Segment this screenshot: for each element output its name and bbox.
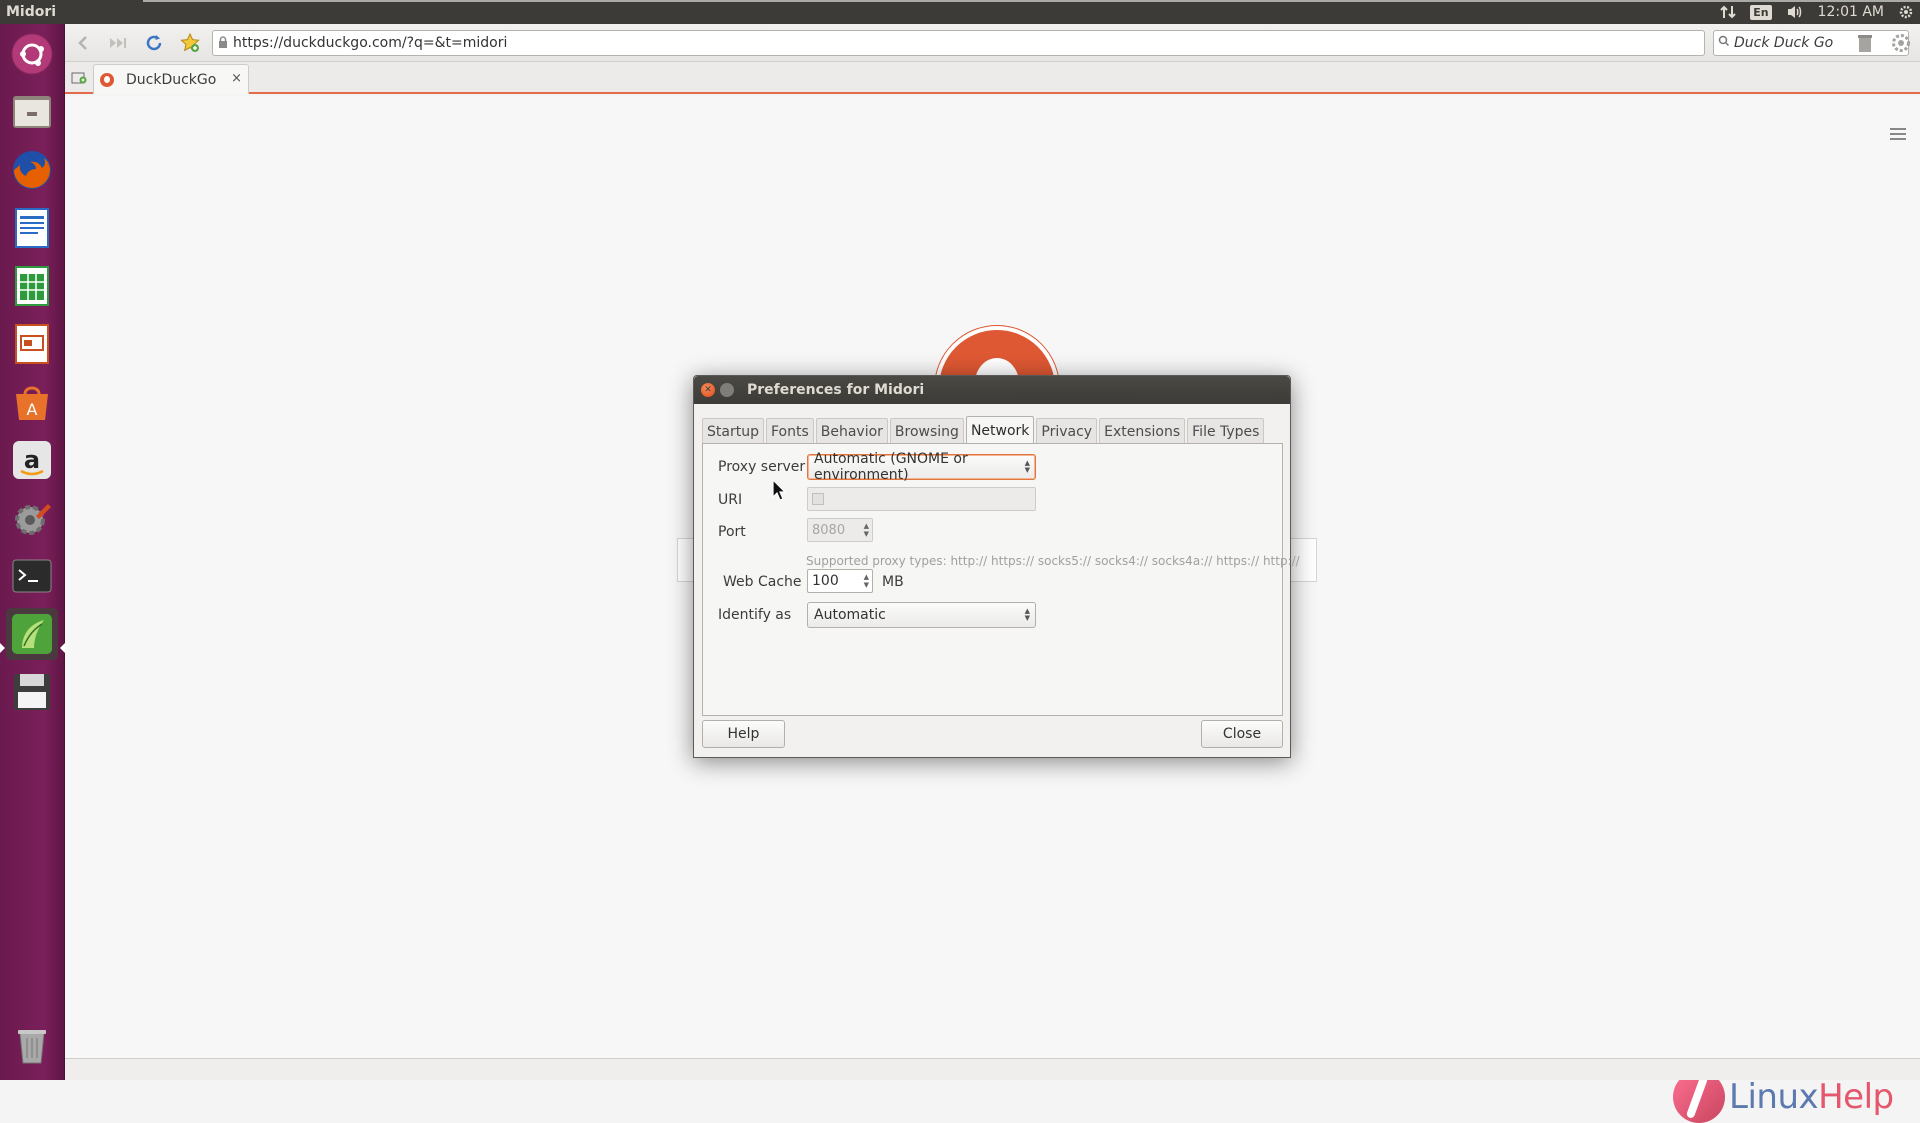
top-panel: Midori En 12:01 AM — [0, 0, 1920, 24]
tab-title: DuckDuckGo — [126, 71, 217, 88]
identify-as-select[interactable]: Automatic ▲ ▼ — [807, 602, 1036, 628]
url-field[interactable]: https://duckduckgo.com/?q=&t=midori — [212, 30, 1705, 56]
watermark-linux: Linux — [1729, 1077, 1819, 1117]
close-button[interactable]: Close — [1201, 720, 1283, 748]
terminal-icon[interactable] — [6, 550, 58, 602]
web-cache-label: Web Cache — [723, 574, 802, 590]
tab-bar: DuckDuckGo × — [65, 62, 1920, 94]
preferences-dialog: ✕ Preferences for Midori Startup Fonts B… — [693, 375, 1300, 758]
ubuntu-dash-icon[interactable] — [6, 28, 58, 80]
reload-icon[interactable] — [141, 30, 167, 56]
port-field[interactable]: 8080 ▲ ▼ — [807, 518, 873, 542]
network-transfer-icon[interactable] — [1720, 4, 1736, 20]
keyboard-layout-indicator[interactable]: En — [1750, 4, 1772, 20]
files-icon[interactable] — [6, 86, 58, 138]
mouse-cursor-icon — [772, 478, 787, 505]
libreoffice-writer-icon[interactable] — [6, 202, 58, 254]
web-cache-unit: MB — [882, 574, 904, 590]
port-spin-arrows-icon[interactable]: ▲ ▼ — [864, 522, 869, 538]
uri-label: URI — [718, 492, 743, 508]
search-field[interactable]: Duck Duck Go — [1713, 30, 1909, 56]
status-bar — [65, 1058, 1920, 1080]
save-device-icon[interactable] — [6, 666, 58, 718]
tab-duckduckgo[interactable]: DuckDuckGo × — [93, 64, 249, 94]
tab-browsing[interactable]: Browsing — [889, 418, 964, 444]
trash-icon[interactable] — [6, 1019, 58, 1071]
window-minimize-icon[interactable] — [720, 383, 734, 397]
system-settings-icon[interactable] — [6, 492, 58, 544]
midori-icon[interactable] — [6, 608, 58, 660]
tab-behavior[interactable]: Behavior — [815, 418, 888, 444]
amazon-icon[interactable]: a — [6, 434, 58, 486]
proxy-server-value: Automatic (GNOME or environment) — [814, 451, 968, 483]
identify-as-value: Automatic — [814, 607, 886, 623]
panel-progress-strip — [143, 0, 1920, 2]
uri-field[interactable] — [807, 487, 1036, 511]
hamburger-menu-icon[interactable] — [1890, 128, 1906, 140]
libreoffice-impress-icon[interactable] — [6, 318, 58, 370]
trash-closed-tabs-icon[interactable] — [1852, 30, 1878, 56]
preferences-tabs: Startup Fonts Behavior Browsing Network … — [702, 416, 1266, 444]
help-button[interactable]: Help — [702, 720, 785, 748]
watermark-help: Help — [1818, 1077, 1894, 1117]
search-icon — [1714, 35, 1734, 51]
port-label: Port — [718, 524, 746, 540]
tab-fonts[interactable]: Fonts — [765, 418, 814, 444]
browser-toolbar: https://duckduckgo.com/?q=&t=midori Duck… — [65, 24, 1920, 62]
dialog-title: Preferences for Midori — [747, 382, 925, 398]
dialog-titlebar: ✕ Preferences for Midori — [694, 376, 1290, 404]
uri-clear-icon — [812, 493, 824, 505]
window-close-icon[interactable]: ✕ — [701, 383, 715, 397]
gear-icon[interactable] — [1898, 4, 1914, 20]
panel-clock[interactable]: 12:01 AM — [1818, 4, 1884, 20]
port-value: 8080 — [812, 522, 846, 538]
tab-privacy[interactable]: Privacy — [1036, 418, 1098, 444]
web-cache-spinner[interactable]: 100 ▲ ▼ — [807, 569, 873, 593]
web-cache-spin-arrows-icon[interactable]: ▲ ▼ — [864, 573, 869, 589]
tab-network[interactable]: Network — [965, 416, 1035, 444]
new-tab-icon[interactable] — [71, 70, 87, 84]
lock-icon — [213, 35, 233, 51]
select-arrows-icon: ▲ ▼ — [1024, 607, 1030, 622]
web-cache-value: 100 — [812, 573, 839, 589]
network-tab-panel: Proxy server Automatic (GNOME or environ… — [702, 443, 1300, 716]
proxy-server-select[interactable]: Automatic (GNOME or environment) ▲ ▼ — [807, 451, 1036, 483]
select-arrows-icon: ▲ ▼ — [1024, 459, 1030, 474]
url-text: https://duckduckgo.com/?q=&t=midori — [233, 35, 508, 51]
identify-as-label: Identify as — [718, 607, 792, 623]
unity-launcher: A a — [0, 24, 65, 1080]
preferences-gear-icon[interactable] — [1888, 30, 1914, 56]
fast-forward-icon[interactable] — [105, 30, 131, 56]
tab-file-types[interactable]: File Types — [1187, 418, 1265, 444]
search-engine-placeholder: Duck Duck Go — [1734, 35, 1834, 51]
bookmark-star-icon[interactable] — [177, 30, 203, 56]
svg-text:a: a — [24, 446, 40, 474]
panel-indicators: En 12:01 AM — [1720, 0, 1914, 24]
tab-close-icon[interactable]: × — [231, 71, 242, 86]
midori-running-pip — [0, 643, 5, 653]
proxy-server-label: Proxy server — [718, 459, 806, 475]
firefox-icon[interactable] — [6, 144, 58, 196]
svg-text:A: A — [27, 400, 38, 419]
proxy-types-hint: Supported proxy types: http:// https:// … — [806, 554, 1300, 568]
libreoffice-calc-icon[interactable] — [6, 260, 58, 312]
panel-app-title: Midori — [6, 4, 57, 20]
software-center-icon[interactable]: A — [6, 376, 58, 428]
duckduckgo-favicon-icon — [100, 72, 114, 87]
tab-startup[interactable]: Startup — [702, 418, 764, 444]
volume-icon[interactable] — [1786, 4, 1804, 20]
back-icon[interactable] — [70, 30, 96, 56]
tab-extensions[interactable]: Extensions — [1099, 418, 1186, 444]
